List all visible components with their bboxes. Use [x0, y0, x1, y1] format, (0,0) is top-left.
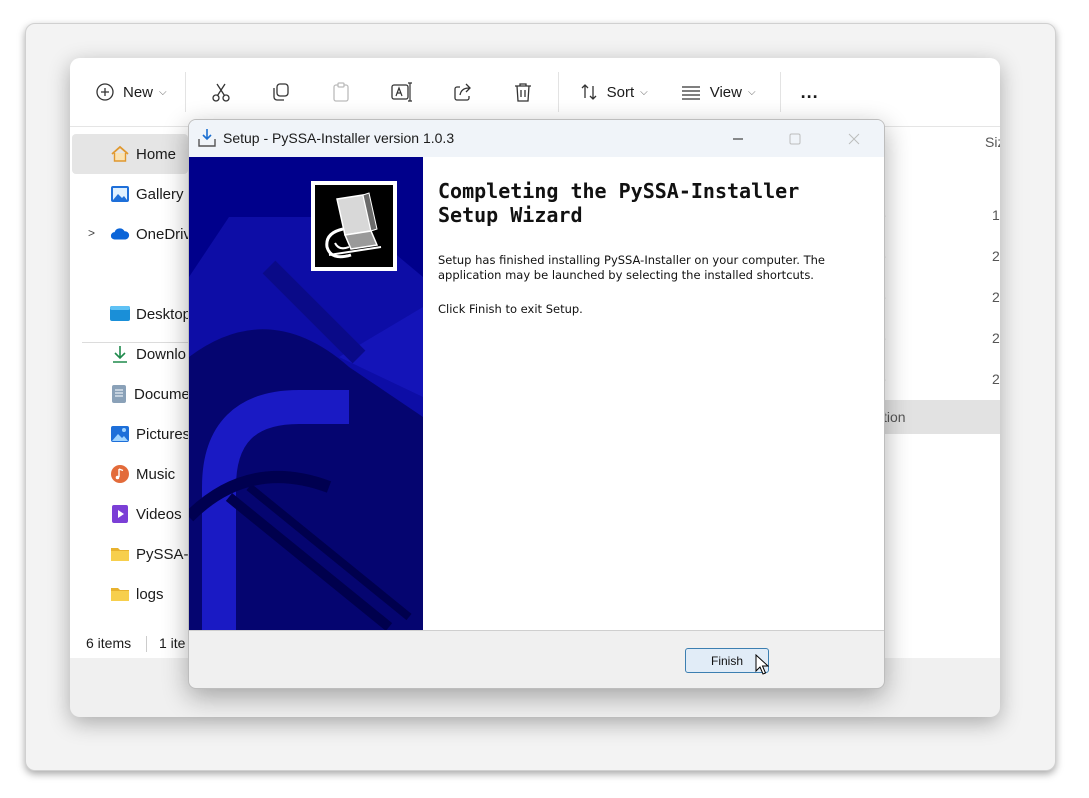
- folder-icon: [110, 584, 130, 604]
- file-size-cell: 2: [992, 371, 1000, 387]
- sort-label: Sort: [606, 83, 635, 101]
- selected-count: 1 ite: [159, 635, 186, 651]
- toolbar-separator: [184, 72, 186, 112]
- cut-button[interactable]: [200, 72, 242, 112]
- chevron-down-icon: ⌵: [747, 86, 756, 98]
- download-icon: [110, 344, 130, 364]
- mouse-pointer-icon: [755, 654, 769, 675]
- sidebar-item-videos[interactable]: Videos: [72, 494, 188, 534]
- size-column-header[interactable]: Siz: [985, 134, 1000, 150]
- sidebar-item-desktop[interactable]: Desktop: [72, 294, 192, 334]
- desktop-icon: [110, 304, 130, 324]
- minimize-button[interactable]: [709, 120, 767, 157]
- selected-file-row[interactable]: tion: [883, 400, 1000, 434]
- trash-icon: [514, 83, 531, 102]
- maximize-icon: [789, 133, 801, 144]
- file-size-cell: 1: [992, 207, 1000, 223]
- setup-wizard-dialog: Setup - PySSA-Installer version 1.0.3 Co…: [188, 119, 885, 689]
- sidebar-item-label: OneDriv: [136, 225, 192, 243]
- wizard-instruction-text: Click Finish to exit Setup.: [438, 302, 583, 316]
- chevron-down-icon: ⌵: [159, 86, 167, 98]
- more-label: ...: [800, 81, 819, 102]
- wizard-body-text: Setup has finished installing PySSA-Inst…: [438, 253, 826, 282]
- footer-divider: [189, 630, 884, 631]
- home-icon: [110, 144, 130, 164]
- close-icon: [848, 133, 860, 144]
- file-size-cell: 2: [992, 248, 1000, 264]
- wizard-heading: Completing the PySSA-Installer Setup Wiz…: [438, 179, 800, 227]
- logo-background: [315, 185, 393, 267]
- videos-icon: [110, 504, 130, 524]
- sidebar-item-label: Downlo: [136, 345, 187, 363]
- new-button[interactable]: New ⌵: [85, 72, 177, 112]
- sidebar-item-logs-folder[interactable]: logs: [72, 574, 188, 614]
- wizard-side-banner: [189, 157, 423, 630]
- close-button[interactable]: [825, 120, 883, 157]
- sort-button[interactable]: Sort ⌵: [569, 72, 658, 112]
- delete-button[interactable]: [502, 72, 544, 112]
- minimize-icon: [733, 138, 743, 139]
- sidebar-item-label: logs: [136, 585, 164, 603]
- document-icon: [110, 384, 128, 404]
- navigation-pane: Home Gallery > OneDriv Desktop Downlo Do…: [70, 127, 193, 657]
- onedrive-cloud-icon: [110, 224, 130, 244]
- share-icon: [453, 83, 471, 101]
- paste-button[interactable]: [320, 72, 362, 112]
- sidebar-item-label: Videos: [136, 505, 182, 523]
- toolbar-separator: [779, 72, 781, 112]
- view-label: View: [709, 83, 742, 101]
- clipboard-icon: [332, 82, 349, 102]
- sidebar-item-label: Desktop: [136, 305, 192, 323]
- sidebar-item-pictures[interactable]: Pictures: [72, 414, 191, 454]
- gallery-icon: [110, 184, 130, 204]
- command-bar: New ⌵ Sort ⌵ View ⌵ ...: [70, 58, 1000, 126]
- sidebar-item-gallery[interactable]: Gallery: [72, 174, 188, 214]
- sidebar-item-home[interactable]: Home: [72, 134, 188, 174]
- copy-button[interactable]: [260, 72, 302, 112]
- chevron-right-icon[interactable]: >: [88, 226, 95, 240]
- computer-install-icon: [325, 192, 382, 259]
- toolbar-separator: [557, 72, 559, 112]
- wizard-content: Completing the PySSA-Installer Setup Wiz…: [423, 157, 884, 630]
- file-size-cell: 2: [992, 330, 1000, 346]
- sidebar-item-label: PySSA-I: [136, 545, 193, 563]
- rename-icon: [390, 82, 412, 102]
- sidebar-item-label: Pictures: [136, 425, 191, 443]
- sidebar-item-label: Music: [136, 465, 176, 483]
- folder-icon: [110, 544, 130, 564]
- file-size-cell: 2: [992, 289, 1000, 305]
- sort-arrows-icon: [581, 84, 597, 100]
- chevron-down-icon: ⌵: [640, 86, 648, 98]
- installer-download-icon: [198, 129, 216, 147]
- status-separator: [146, 636, 147, 652]
- dialog-title: Setup - PySSA-Installer version 1.0.3: [223, 130, 455, 146]
- more-options-button[interactable]: ...: [791, 72, 829, 112]
- view-button[interactable]: View ⌵: [670, 72, 766, 112]
- new-label: New: [123, 83, 154, 101]
- sidebar-item-documents[interactable]: Docume: [72, 374, 190, 414]
- rename-button[interactable]: [380, 72, 424, 112]
- maximize-button[interactable]: [766, 120, 824, 157]
- item-count: 6 items: [86, 635, 132, 651]
- sidebar-item-label: Home: [136, 145, 177, 163]
- sidebar-item-label: Gallery: [136, 185, 184, 203]
- sidebar-item-downloads[interactable]: Downlo: [72, 334, 188, 374]
- file-type-cell: tion: [883, 409, 906, 425]
- dialog-titlebar[interactable]: Setup - PySSA-Installer version 1.0.3: [189, 120, 884, 157]
- sidebar-item-music[interactable]: Music: [72, 454, 188, 494]
- music-icon: [110, 464, 130, 484]
- sidebar-item-onedrive[interactable]: > OneDriv: [72, 214, 192, 254]
- sidebar-item-pyssa-folder[interactable]: PySSA-I: [72, 534, 193, 574]
- share-button[interactable]: [442, 72, 484, 112]
- setup-logo: [311, 181, 397, 271]
- view-lines-icon: [681, 86, 700, 100]
- pictures-icon: [110, 424, 130, 444]
- sidebar-item-label: Docume: [134, 385, 190, 403]
- plus-circle-icon: [96, 83, 114, 101]
- copy-icon: [272, 83, 289, 101]
- column-header-line: [883, 126, 1000, 127]
- scissors-icon: [211, 83, 230, 102]
